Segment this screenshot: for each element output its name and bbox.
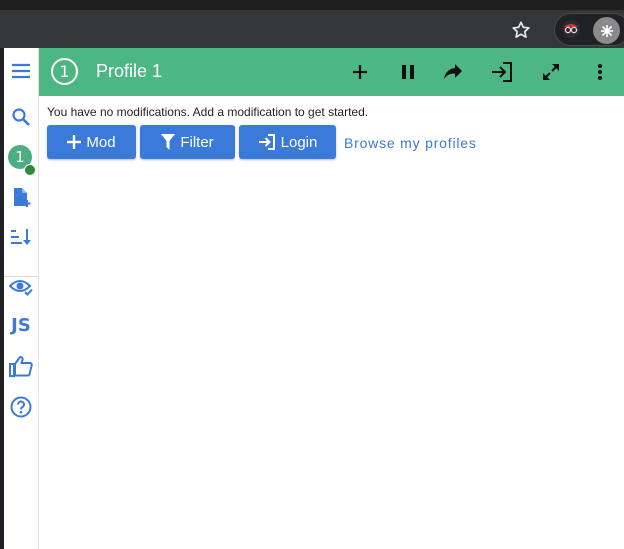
mod-button-label: Mod <box>86 133 116 151</box>
browse-profiles-link[interactable]: Browse my profiles <box>344 135 477 151</box>
plus-icon <box>67 135 82 149</box>
extension-icon[interactable] <box>561 19 581 39</box>
sort-icon[interactable] <box>8 224 34 250</box>
pause-icon[interactable] <box>396 60 420 84</box>
empty-message: You have no modifications. Add a modific… <box>47 105 369 119</box>
active-check-icon <box>24 164 36 176</box>
share-icon[interactable] <box>441 60 465 84</box>
visibility-icon[interactable] <box>8 274 34 300</box>
filter-button-label: Filter <box>180 133 214 151</box>
menu-icon[interactable] <box>8 58 34 84</box>
avatar[interactable] <box>593 17 620 44</box>
filter-icon <box>161 134 176 150</box>
profile-header: 1 Profile 1 <box>39 48 624 96</box>
login-icon <box>258 134 275 150</box>
search-icon[interactable] <box>8 104 34 130</box>
sidebar: 1 JS <box>4 48 39 549</box>
profile-number-badge[interactable]: 1 <box>51 58 78 85</box>
add-profile-icon[interactable] <box>8 184 34 210</box>
add-filter-button[interactable]: Filter <box>140 125 235 159</box>
more-vert-icon[interactable] <box>588 60 612 84</box>
expand-icon[interactable] <box>539 60 563 84</box>
add-icon[interactable] <box>348 60 372 84</box>
main-content: You have no modifications. Add a modific… <box>39 96 624 549</box>
add-login-button[interactable]: Login <box>239 125 336 159</box>
bookmark-star-icon[interactable] <box>510 19 532 41</box>
login-icon[interactable] <box>490 60 514 84</box>
help-icon[interactable] <box>8 394 34 420</box>
javascript-icon[interactable]: JS <box>8 312 34 338</box>
add-mod-button[interactable]: Mod <box>47 125 136 159</box>
thumbs-up-icon[interactable] <box>8 353 34 379</box>
extension-popup: 1 JS 1 Profile 1 You have no modificatio… <box>4 48 624 549</box>
browser-top-strip <box>0 0 624 10</box>
login-button-label: Login <box>280 133 318 151</box>
page-title[interactable]: Profile 1 <box>96 61 162 82</box>
